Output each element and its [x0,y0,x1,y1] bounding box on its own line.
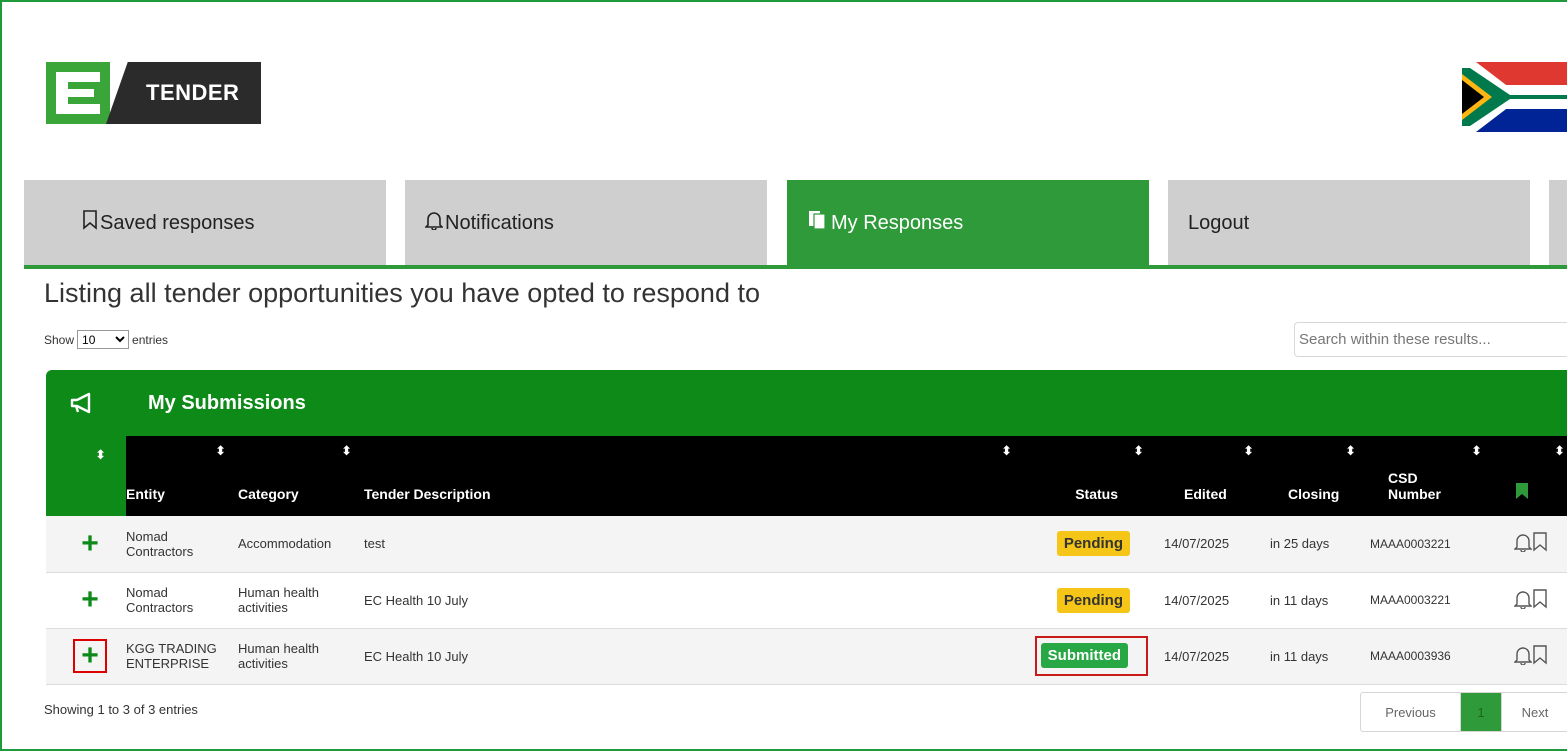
submissions-table: ⬍ Entity ⬍ Category ⬍ Tender Description ⬍ … [46,436,1567,685]
sort-icon: ⬍ [215,443,226,458]
edited-cell: 14/07/2025 [1156,572,1266,629]
entity-cell: Nomad Contractors [126,516,238,573]
panel-title: My Submissions [148,391,306,414]
table-row[interactable]: + KGG TRADING ENTERPRISE Human health ac… [46,628,1567,685]
column-header-entity[interactable]: Entity ⬍ [126,436,238,516]
plus-icon[interactable]: + [73,639,107,673]
tab-overflow[interactable] [1549,180,1567,266]
tab-label: Logout [1188,211,1250,234]
csd-cell: MAAA0003221 [1368,516,1494,573]
table-row[interactable]: + Nomad Contractors Human health activit… [46,572,1567,629]
pagination: Previous 1 Next [1360,692,1567,732]
previous-page-button[interactable]: Previous [1361,693,1461,731]
entity-cell: KGG TRADING ENTERPRISE [126,628,238,685]
tab-saved-responses[interactable]: Saved responses [24,180,386,266]
category-cell: Accommodation [238,516,364,573]
plus-icon[interactable]: + [75,528,105,559]
tab-label: My Responses [831,211,964,234]
sort-icon: ⬍ [341,443,352,458]
bookmark-outline-icon[interactable] [1532,532,1548,555]
etender-logo[interactable]: TENDER [46,62,262,124]
column-header-csd-number[interactable]: CSD Number ⬍ [1368,436,1494,516]
bookmark-outline-icon [82,210,98,236]
south-africa-flag-icon [1462,62,1567,132]
sort-icon: ⬍ [1345,443,1356,458]
description-cell: EC Health 10 July [364,572,1024,629]
entries-per-page-select[interactable]: 10 [77,330,130,349]
table-row[interactable]: + Nomad Contractors Accommodation test P… [46,516,1567,573]
actions-cell [1494,572,1567,629]
sort-icon: ⬍ [1554,443,1565,458]
status-badge: Pending [1056,587,1130,613]
column-header-category[interactable]: Category ⬍ [238,436,364,516]
tab-label: Notifications [445,211,554,234]
sort-icon: ⬍ [1001,443,1012,458]
expand-cell: + [46,516,126,573]
status-cell: Pending [1024,572,1156,629]
entries-suffix: entries [132,332,169,347]
bookmark-outline-icon[interactable] [1532,644,1548,668]
csd-cell: MAAA0003221 [1368,572,1494,629]
column-header-status[interactable]: Status ⬍ [1024,436,1156,516]
documents-icon [807,209,829,237]
csd-cell: MAAA0003936 [1368,628,1494,685]
status-cell: Submitted [1024,628,1156,685]
actions-cell [1494,516,1567,573]
page-1-button[interactable]: 1 [1461,693,1501,731]
actions-cell [1494,628,1567,685]
next-page-button[interactable]: Next [1501,693,1567,731]
sort-icon: ⬍ [95,447,106,462]
sort-icon: ⬍ [1243,443,1254,458]
bell-outline-icon [424,210,444,236]
expand-column-header[interactable]: ⬍ [46,436,126,516]
edited-cell: 14/07/2025 [1156,628,1266,685]
table-header-row: ⬍ Entity ⬍ Category ⬍ Tender Description ⬍ … [46,436,1567,516]
edited-cell: 14/07/2025 [1156,516,1266,573]
closing-cell: in 11 days [1266,572,1368,629]
logo-e-mark-icon [46,62,110,124]
closing-cell: in 11 days [1266,628,1368,685]
closing-cell: in 25 days [1266,516,1368,573]
description-cell: EC Health 10 July [364,628,1024,685]
status-cell: Pending [1024,516,1156,573]
column-header-closing[interactable]: Closing ⬍ [1266,436,1368,516]
category-cell: Human health activities [238,572,364,629]
bell-outline-icon[interactable] [1513,589,1533,612]
showing-entries-info: Showing 1 to 3 of 3 entries [44,702,198,717]
bookmark-filled-icon [1516,483,1528,502]
submissions-panel: My Submissions ⬍ Entity ⬍ Category ⬍ Tende… [46,370,1567,685]
tab-my-responses[interactable]: My Responses [787,180,1149,266]
entity-cell: Nomad Contractors [126,572,238,629]
category-cell: Human health activities [238,628,364,685]
tab-logout[interactable]: Logout [1168,180,1530,266]
page-title: Listing all tender opportunities you hav… [44,278,760,308]
expand-cell: + [46,572,126,629]
status-badge: Submitted [1040,643,1128,668]
expand-cell: + [46,628,126,685]
column-header-description[interactable]: Tender Description ⬍ [364,436,1024,516]
sort-icon: ⬍ [1471,443,1482,458]
bell-outline-icon[interactable] [1513,645,1533,668]
status-highlight-box: Submitted [1034,636,1148,676]
tab-notifications[interactable]: Notifications [405,180,767,266]
status-badge: Pending [1056,531,1130,557]
search-input[interactable] [1294,322,1567,357]
nav-underline [24,265,1567,269]
logo-text: TENDER [106,62,262,124]
plus-icon[interactable]: + [75,585,105,615]
megaphone-icon [46,392,118,414]
panel-header: My Submissions [46,370,1567,436]
bookmark-outline-icon[interactable] [1532,588,1548,612]
column-header-edited[interactable]: Edited ⬍ [1156,436,1266,516]
show-entries-control: Show 10 entries [44,330,168,349]
description-cell: test [364,516,1024,573]
bell-outline-icon[interactable] [1513,532,1533,555]
sort-icon: ⬍ [1133,443,1144,458]
tab-label: Saved responses [100,211,255,234]
show-label: Show [44,332,75,347]
column-header-bookmark[interactable]: ⬍ [1494,436,1567,516]
